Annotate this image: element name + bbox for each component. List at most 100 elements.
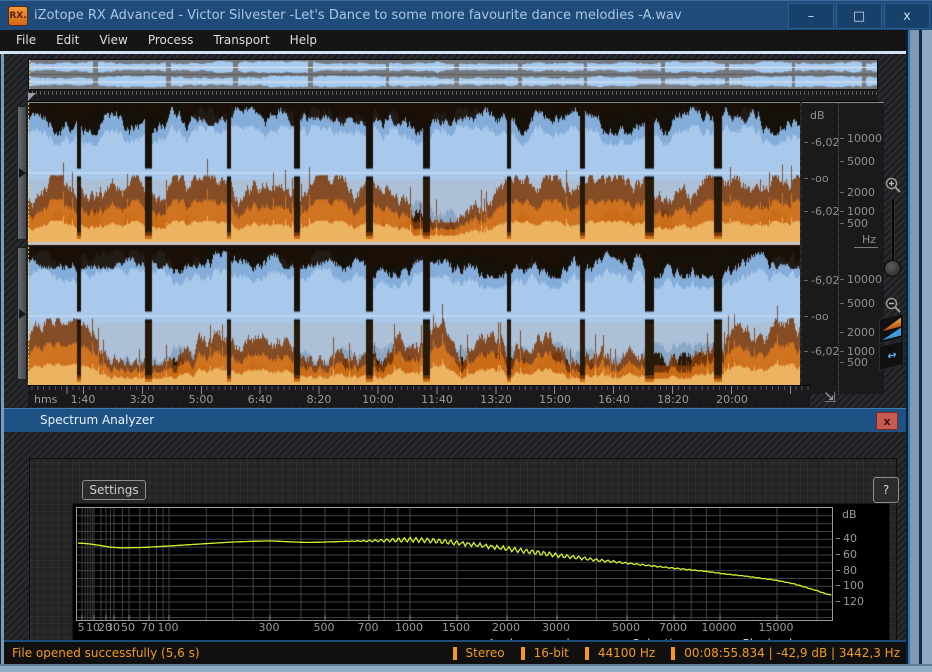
channel-2-arrow-icon bbox=[19, 308, 26, 319]
freq-tick: 70 bbox=[141, 621, 155, 634]
channel-1-arrow-icon bbox=[19, 168, 26, 178]
spectrum-analyzer-body: Settings ? dB 40 60 80 100 120 5 10 20 3… bbox=[4, 432, 906, 660]
spectrum-db-unit-label: dB bbox=[842, 508, 857, 521]
amp-label: -6,02 bbox=[804, 274, 839, 287]
rx-app-icon: RX. bbox=[8, 6, 28, 26]
time-label: 20:00 bbox=[716, 393, 748, 406]
freq-tick: 50 bbox=[121, 621, 135, 634]
amp-label: -6,02 bbox=[804, 345, 839, 358]
freq-tick: 5 bbox=[77, 621, 85, 634]
freq-tick: 300 bbox=[258, 621, 280, 634]
maximize-button[interactable]: □ bbox=[836, 3, 882, 29]
menu-help[interactable]: Help bbox=[280, 30, 327, 51]
db-tick: 100 bbox=[836, 579, 864, 592]
amp-label: -oo bbox=[804, 310, 829, 323]
freq-label: 500 bbox=[840, 217, 868, 230]
status-bar: File opened successfully (5,6 s) Stereo … bbox=[4, 640, 906, 664]
menu-view[interactable]: View bbox=[89, 30, 137, 51]
channel-2-selector[interactable] bbox=[17, 247, 27, 380]
frequency-unit-label: Hz bbox=[854, 233, 879, 248]
amplitude-unit-label: dB bbox=[810, 109, 825, 122]
waveform-icon: ↔ bbox=[887, 347, 896, 364]
freq-label: 10000 bbox=[840, 273, 882, 286]
overview-canvas[interactable] bbox=[29, 60, 877, 89]
title-bar: RX. iZotope RX Advanced - Victor Silvest… bbox=[0, 0, 932, 30]
playhead-marker[interactable] bbox=[28, 93, 36, 101]
window-controls: – □ x bbox=[788, 3, 930, 29]
window-title: iZotope RX Advanced - Victor Silvester -… bbox=[34, 8, 682, 23]
freq-tick: 1000 bbox=[395, 621, 423, 634]
resize-handle-icon[interactable]: ⇲ bbox=[824, 390, 836, 406]
window-frame-right bbox=[906, 30, 932, 664]
status-info: Stereo 16-bit 44100 Hz 00:08:55.834 | -4… bbox=[437, 642, 900, 664]
menu-bar: File Edit View Process Transport Help bbox=[0, 30, 932, 51]
overview-waveform[interactable] bbox=[28, 59, 878, 90]
spectrogram-view[interactable] bbox=[28, 102, 800, 386]
freq-tick: 500 bbox=[313, 621, 335, 634]
status-sample-rate: 44100 Hz bbox=[584, 646, 655, 660]
db-tick: 120 bbox=[836, 595, 864, 608]
time-label: 15:00 bbox=[539, 393, 571, 406]
time-label: 3:20 bbox=[129, 393, 155, 406]
spectrum-analyzer-panel: Spectrum Analyzer x Settings ? dB 40 60 … bbox=[4, 408, 906, 660]
close-button[interactable]: x bbox=[884, 3, 930, 29]
time-label: 16:40 bbox=[598, 393, 630, 406]
freq-tick: 2000 bbox=[492, 621, 520, 634]
help-button[interactable]: ? bbox=[873, 477, 899, 503]
time-ruler[interactable]: hms 1:40 3:20 5:00 6:40 8:20 10:00 11:40… bbox=[28, 385, 810, 407]
status-bit-depth: 16-bit bbox=[520, 646, 569, 660]
amp-label: -6,02 bbox=[804, 136, 839, 149]
freq-tick: 5000 bbox=[612, 621, 640, 634]
freq-tick: 100 bbox=[157, 621, 179, 634]
zoom-out-icon[interactable] bbox=[884, 296, 902, 314]
spectrum-analyzer-titlebar[interactable]: Spectrum Analyzer x bbox=[4, 408, 906, 432]
spectrogram-wedge-icon bbox=[882, 318, 901, 332]
db-tick: 40 bbox=[836, 532, 857, 545]
spectrum-analyzer-content: Settings ? dB 40 60 80 100 120 5 10 20 3… bbox=[29, 458, 899, 660]
spectrum-plot-box: dB 40 60 80 100 120 5 10 20 30 50 70 100… bbox=[72, 503, 890, 659]
freq-label: 2000 bbox=[840, 326, 875, 339]
freq-label: 500 bbox=[840, 356, 868, 369]
freq-tick: 700 bbox=[357, 621, 379, 634]
menu-edit[interactable]: Edit bbox=[46, 30, 89, 51]
overview-ruler[interactable] bbox=[28, 90, 878, 102]
settings-button[interactable]: Settings bbox=[82, 480, 146, 500]
app-window: RX. iZotope RX Advanced - Victor Silvest… bbox=[0, 0, 932, 672]
freq-label: 10000 bbox=[840, 132, 882, 145]
channel-1-selector[interactable] bbox=[17, 106, 27, 240]
time-label: 11:40 bbox=[421, 393, 453, 406]
freq-tick: 3000 bbox=[542, 621, 570, 634]
amp-label: -6,02 bbox=[804, 205, 839, 218]
status-message: File opened successfully (5,6 s) bbox=[12, 646, 200, 660]
status-channels: Stereo bbox=[452, 646, 505, 660]
time-label: 18:20 bbox=[657, 393, 689, 406]
window-frame-bottom bbox=[0, 664, 932, 672]
menu-process[interactable]: Process bbox=[138, 30, 204, 51]
freq-tick: 15000 bbox=[758, 621, 794, 634]
scale-panel: dB -6,02 -oo -6,02 -6,02 -oo -6,02 10000… bbox=[802, 102, 884, 394]
time-label: 8:20 bbox=[306, 393, 332, 406]
zoom-in-icon[interactable] bbox=[884, 176, 902, 194]
freq-tick: 1500 bbox=[442, 621, 470, 634]
time-label: 10:00 bbox=[362, 393, 394, 406]
menu-file[interactable]: File bbox=[6, 30, 46, 51]
freq-tick: 30 bbox=[106, 621, 120, 634]
freq-label: 5000 bbox=[840, 155, 875, 168]
freq-label: 5000 bbox=[840, 297, 875, 310]
menu-transport[interactable]: Transport bbox=[203, 30, 279, 51]
freq-label: 2000 bbox=[840, 186, 875, 199]
spectrum-analyzer-title: Spectrum Analyzer bbox=[40, 413, 155, 427]
db-tick: 80 bbox=[836, 564, 857, 577]
zoom-slider-handle[interactable] bbox=[884, 260, 901, 277]
time-label: 1:40 bbox=[70, 393, 96, 406]
time-ruler-unit: hms bbox=[34, 393, 58, 406]
time-label: 6:40 bbox=[247, 393, 273, 406]
spectrum-plot[interactable] bbox=[76, 507, 833, 621]
spectrum-close-button[interactable]: x bbox=[876, 412, 898, 430]
freq-tick: 10000 bbox=[701, 621, 737, 634]
status-position: 00:08:55.834 | -42,9 dB | 3442,3 Hz bbox=[671, 646, 900, 660]
minimize-button[interactable]: – bbox=[788, 3, 834, 29]
db-tick: 60 bbox=[836, 548, 857, 561]
freq-tick: 7000 bbox=[659, 621, 687, 634]
spectrogram-canvas[interactable] bbox=[28, 103, 800, 385]
